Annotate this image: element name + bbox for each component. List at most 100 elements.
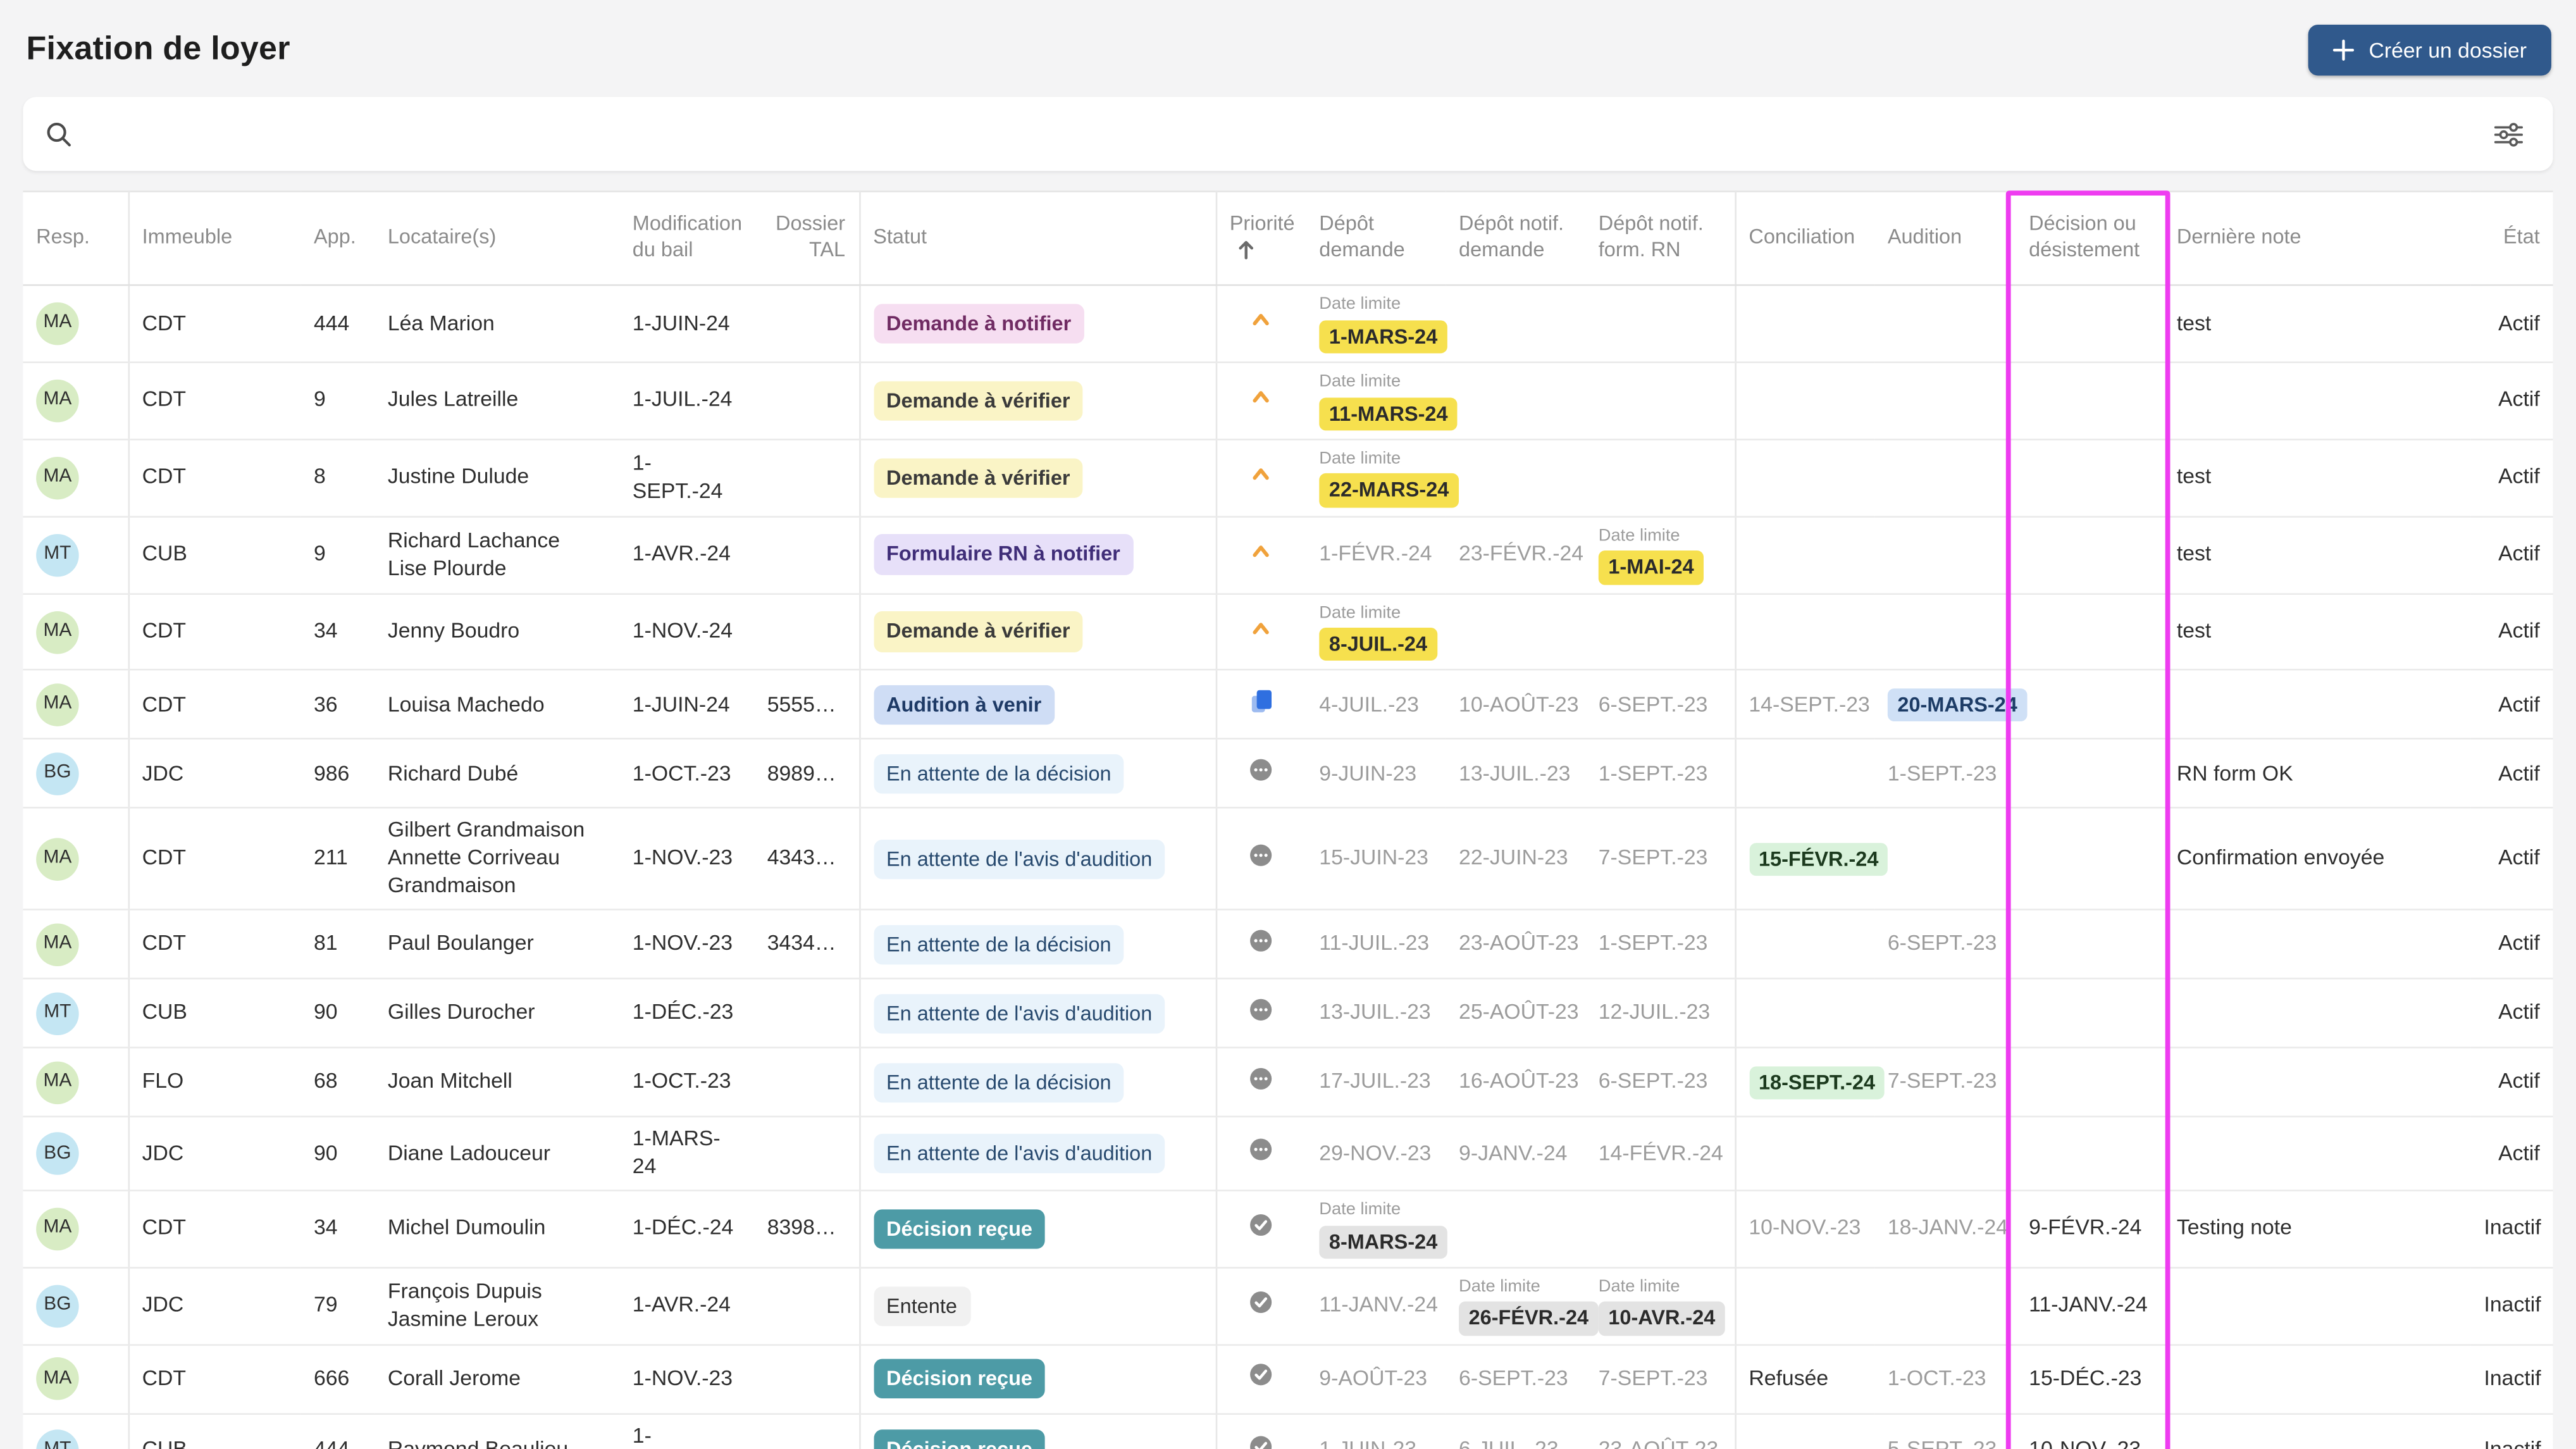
cell-dec: [2016, 670, 2164, 740]
column-header-dnd[interactable]: Dépôt notif. demande: [1446, 190, 1586, 286]
column-header-mod[interactable]: Modification du bail: [619, 190, 754, 286]
cell-prio: [1215, 1344, 1306, 1415]
column-header-dos[interactable]: Dossier TAL: [753, 190, 860, 286]
cell-imm: CDT: [128, 439, 301, 518]
status-badge: En attente de la décision: [873, 754, 1125, 794]
cell-resp: BG: [23, 1267, 129, 1346]
table-row[interactable]: MA CDT 666 Corall Jerome 1-NOV.-23 Décis…: [23, 1344, 2553, 1415]
cell-etat: Actif: [2470, 739, 2553, 809]
cell-note: [2164, 909, 2471, 980]
column-header-app[interactable]: App.: [300, 190, 375, 286]
cell-loc: Jenny Boudro: [375, 593, 620, 671]
table-row[interactable]: MA CDT 8 Justine Dulude 1-SEPT.-24 Deman…: [23, 439, 2553, 518]
table-row[interactable]: MA CDT 34 Jenny Boudro 1-NOV.-24 Demande…: [23, 593, 2553, 671]
cell-dd: Date limite 22-MARS-24: [1306, 439, 1459, 518]
cell-conc: [1735, 978, 1875, 1049]
table-row[interactable]: MA CDT 81 Paul Boulanger 1-NOV.-23 34343…: [23, 909, 2553, 980]
column-header-statut[interactable]: Statut: [859, 190, 1217, 286]
column-header-loc[interactable]: Locataire(s): [375, 190, 620, 286]
cell-loc: Jules Latreille: [375, 362, 620, 440]
table-row[interactable]: MA CDT 36 Louisa Machedo 1-JUIN-24 55555…: [23, 670, 2553, 740]
cell-loc: Corall Jerome: [375, 1344, 620, 1415]
cell-mod: 1-DÉC.-24: [619, 1190, 754, 1269]
cell-etat: Inactif: [2470, 1344, 2553, 1415]
cell-dec: 15-DÉC.-23: [2016, 1344, 2164, 1415]
tenant-name: Raymond Beaulieu: [387, 1436, 569, 1449]
date-value: 4-JUIL.-23: [1319, 690, 1419, 716]
cell-dos: [753, 439, 860, 518]
column-label: Modification du bail: [632, 212, 743, 261]
table-row[interactable]: BG JDC 79 François Dupuis Jasmine Leroux …: [23, 1267, 2553, 1346]
cell-resp: MA: [23, 439, 129, 518]
ellipsis-circle-icon: [1250, 998, 1272, 1020]
cell-dd: 11-JANV.-24: [1306, 1267, 1446, 1346]
date-value: 23-AOÛT-23: [1459, 930, 1579, 955]
cell-etat: Inactif: [2470, 1413, 2553, 1449]
table-row[interactable]: BG JDC 90 Diane Ladouceur 1-MARS-24 En a…: [23, 1116, 2553, 1191]
column-header-aud[interactable]: Audition: [1874, 190, 2016, 286]
column-label: Audition: [1887, 225, 1962, 249]
filter-button[interactable]: [2487, 114, 2530, 153]
date-value: 23-AOÛT-23: [1598, 1436, 1719, 1449]
table-row[interactable]: MA CDT 9 Jules Latreille 1-JUIL.-24 Dema…: [23, 362, 2553, 440]
avatar: BG: [36, 1132, 79, 1175]
column-header-imm[interactable]: Immeuble: [128, 190, 301, 286]
cell-imm: CDT: [128, 909, 301, 980]
create-dossier-button[interactable]: Créer un dossier: [2308, 24, 2551, 76]
cell-statut: Demande à vérifier: [859, 593, 1217, 671]
column-label: Statut: [873, 225, 927, 249]
table-row[interactable]: MA CDT 211 Gilbert Grandmaison Annette Co…: [23, 808, 2553, 911]
column-header-note[interactable]: Dernière note: [2164, 190, 2471, 286]
cell-dnd: 6-SEPT.-23: [1446, 1344, 1586, 1415]
column-header-prio[interactable]: Priorité: [1215, 190, 1306, 286]
column-header-etat[interactable]: État: [2470, 190, 2553, 286]
column-header-resp[interactable]: Resp.: [23, 190, 129, 286]
column-label: Resp.: [36, 225, 90, 249]
table-row[interactable]: MT CUB 9 Richard Lachance Lise Plourde 1-…: [23, 516, 2553, 594]
table-row[interactable]: MA FLO 68 Joan Mitchell 1-OCT.-23 En att…: [23, 1047, 2553, 1118]
search-input[interactable]: [89, 119, 2487, 149]
chevron-up-icon: [1253, 622, 1270, 634]
table-row[interactable]: MT CUB 444 Raymond Beaulieu 1-SEPT.-23 D…: [23, 1413, 2553, 1449]
cell-statut: En attente de l'avis d'audition: [859, 978, 1217, 1049]
column-label: Dépôt notif. demande: [1459, 212, 1564, 261]
tenant-name: Jenny Boudro: [387, 618, 520, 643]
table-row[interactable]: MT CUB 90 Gilles Durocher 1-DÉC.-23 En a…: [23, 978, 2553, 1049]
date-value: 14-SEPT.-23: [1749, 690, 1870, 716]
cell-dnd: [1446, 285, 1586, 363]
cell-app: 444: [300, 285, 375, 363]
cell-imm: CDT: [128, 362, 301, 440]
ellipsis-circle-icon: [1250, 759, 1272, 781]
cell-statut: Demande à vérifier: [859, 362, 1217, 440]
date-value: 13-JUIL.-23: [1319, 999, 1431, 1024]
cell-dec: [2016, 285, 2164, 363]
column-header-dec[interactable]: Décision ou désistement: [2016, 190, 2164, 286]
cell-prio: [1215, 285, 1306, 363]
tenant-name: Richard Lachance: [387, 526, 560, 552]
date-value: 22-MARS-24: [1319, 474, 1459, 507]
status-badge: Entente: [873, 1286, 970, 1326]
column-header-dnrn[interactable]: Dépôt notif. form. RN: [1585, 190, 1736, 286]
cell-dnrn: 1-SEPT.-23: [1585, 739, 1736, 809]
column-header-conc[interactable]: Conciliation: [1735, 190, 1875, 286]
cell-statut: Formulaire RN à notifier: [859, 516, 1217, 594]
column-header-dd[interactable]: Dépôt demande: [1306, 190, 1446, 286]
table-row[interactable]: MA CDT 444 Léa Marion 1-JUIN-24 Demande …: [23, 285, 2553, 363]
cell-conc: [1735, 593, 1875, 671]
avatar: MA: [36, 1060, 79, 1104]
table-row[interactable]: MA CDT 34 Michel Dumoulin 1-DÉC.-24 8398…: [23, 1190, 2553, 1269]
cell-dec: 10-NOV.-23: [2016, 1413, 2164, 1449]
cell-statut: Entente: [859, 1267, 1217, 1346]
cell-dec: [2016, 739, 2164, 809]
column-label: État: [2503, 225, 2540, 249]
cell-etat: Actif: [2470, 362, 2553, 440]
page-title: Fixation de loyer: [26, 31, 290, 68]
cell-mod: 1-AVR.-24: [619, 516, 754, 594]
cell-resp: BG: [23, 1116, 129, 1191]
cell-dnrn: Date limite 10-AVR.-24: [1585, 1267, 1736, 1346]
date-value: 6-JUIL.-23: [1459, 1436, 1559, 1449]
cell-dnrn: 1-SEPT.-23: [1585, 909, 1736, 980]
check-circle-icon: [1250, 1214, 1272, 1236]
table-row[interactable]: BG JDC 986 Richard Dubé 1-OCT.-23 898909…: [23, 739, 2553, 809]
cell-prio: [1215, 593, 1306, 671]
